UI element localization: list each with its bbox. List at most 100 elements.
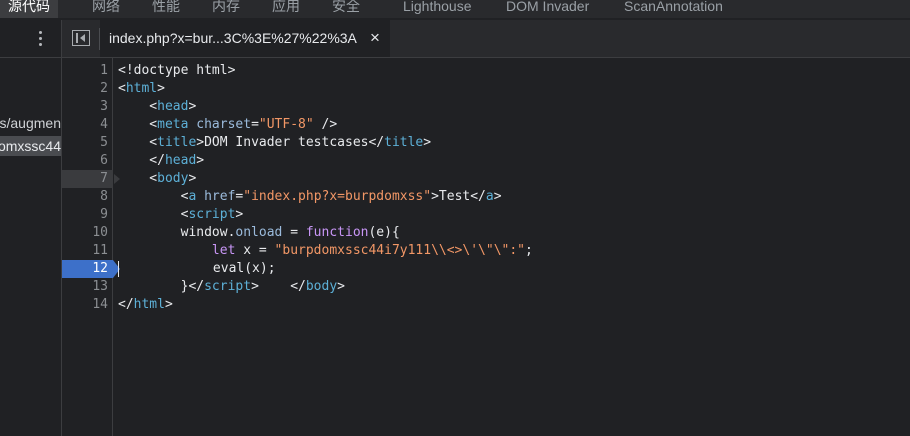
code-line: <head> [118,98,533,116]
code-token: < [118,81,126,96]
code-token: function [305,225,369,240]
line-number[interactable]: 1 [62,62,113,80]
code-token: < [118,207,189,222]
navigator-item-file[interactable]: domxssc44 [0,136,61,156]
code-token: > [493,189,502,204]
navigator-divider [0,57,61,58]
code-token: > [337,279,345,294]
code-token: < [118,135,158,150]
code-line: }</script> </body> [118,278,533,296]
fold-line-number[interactable]: 7 [62,170,120,188]
line-number[interactable]: 6 [62,152,113,170]
file-tab-label: index.php?x=bur...3C%3E%27%22%3A [109,30,357,46]
devtools-panel-tabs: 源代码 网络 性能 内存 应用 安全 Lighthouse DOM Invade… [0,0,910,18]
code-token: html [125,81,158,96]
code-token: > [423,135,432,150]
line-number[interactable]: 8 [62,188,113,206]
code-token: }</ [118,279,205,294]
code-line: window.onload = function(e){ [118,224,533,242]
navigator-item-folder[interactable]: es/augmen [0,113,61,133]
tab-scan-annotation[interactable]: ScanAnnotation [624,0,723,18]
tab-memory[interactable]: 内存 [212,0,240,18]
code-token: eval(x); [119,261,276,276]
code-token: > [188,99,197,114]
code-line: <title>DOM Invader testcases</title> [118,134,533,152]
code-line: eval(x); [118,260,533,278]
tab-performance[interactable]: 性能 [152,0,180,18]
toggle-navigator-icon[interactable] [72,30,90,46]
code-token: onload [235,225,283,240]
code-token: title [384,135,424,150]
code-token: >Test</ [431,189,486,204]
line-numbers: 1 2 3 4 5 6 7 8 9 10 11 12 13 14 [62,62,120,314]
code-token: meta [157,117,189,132]
code-token: = [251,117,259,132]
code-token: "UTF-8" [258,117,314,132]
line-number[interactable]: 10 [62,224,113,242]
code-token: head [164,153,197,168]
code-token: > </ [251,279,306,294]
tab-dom-invader[interactable]: DOM Invader [506,0,589,18]
code-token: > [196,153,205,168]
code-token: a [485,189,494,204]
code-token: < [118,117,158,132]
code-token: > [188,171,197,186]
code-token: body [305,279,338,294]
line-number[interactable]: 11 [62,242,113,260]
line-number[interactable]: 2 [62,80,113,98]
tab-lighthouse[interactable]: Lighthouse [403,0,472,18]
code-token: script [188,207,236,222]
tab-sources[interactable]: 源代码 [0,0,58,18]
code-token: let [211,243,236,258]
code-token: </ [118,153,165,168]
line-number-gutter[interactable]: 1 2 3 4 5 6 7 8 9 10 11 12 13 14 [62,58,120,436]
code-token: = [282,225,306,240]
editor-tab-strip: index.php?x=bur...3C%3E%27%22%3A × [62,20,910,58]
line-number[interactable]: 13 [62,278,113,296]
file-navigator: es/augmen domxssc44 [0,20,62,436]
code-line: <body> [118,170,533,188]
code-line: </head> [118,152,533,170]
line-number[interactable]: 4 [62,116,113,134]
code-token: html [133,297,165,312]
code-token: > [157,81,165,96]
close-icon[interactable]: × [370,29,380,47]
code-token: > [235,207,244,222]
code-editor[interactable]: <!doctype html> <html> <head> <meta chars… [118,62,533,314]
navigator-item-label: es/augmen [0,115,61,131]
line-number[interactable]: 14 [62,296,113,314]
code-token: ; [525,243,533,258]
code-token: >DOM Invader testcases</ [196,135,385,150]
breakpoint-line-number[interactable]: 12 [62,260,120,278]
line-number[interactable]: 9 [62,206,113,224]
tab-security[interactable]: 安全 [332,0,360,18]
code-token: < [118,99,158,114]
code-token: charset [196,117,252,132]
code-line: <script> [118,206,533,224]
code-token: head [157,99,189,114]
code-line: let x = "burpdomxssc44i7y111\\<>\'\"\":"… [118,242,533,260]
navigator-item-label: domxssc44 [0,138,61,154]
code-token: window. [118,225,236,240]
code-token: title [157,135,197,150]
editor-file-tab[interactable]: index.php?x=bur...3C%3E%27%22%3A × [100,20,390,57]
code-token: script [204,279,252,294]
code-token: > [164,297,173,312]
code-token: <!doctype html> [118,63,236,78]
code-token: "burpdomxssc44i7y111\\<>\'\"\":" [274,243,525,258]
code-token: href [204,189,236,204]
tab-network[interactable]: 网络 [92,0,120,18]
code-token: "index.php?x=burpdomxss" [243,189,432,204]
line-number[interactable]: 3 [62,98,113,116]
code-token: /> [313,117,338,132]
code-line: </html> [118,296,533,314]
more-options-icon[interactable] [36,30,46,48]
code-token: x = [235,243,275,258]
code-token: < [118,189,189,204]
code-token: body [157,171,189,186]
tab-application[interactable]: 应用 [272,0,300,18]
code-line: <html> [118,80,533,98]
line-number[interactable]: 5 [62,134,113,152]
